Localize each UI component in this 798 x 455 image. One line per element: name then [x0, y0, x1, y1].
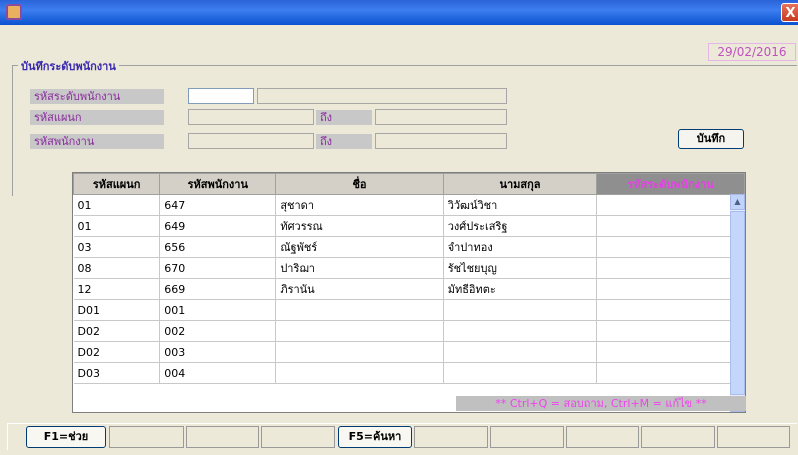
table-row[interactable]: 08 670 ปาริฌา รัชไชยบุญ: [73, 257, 745, 279]
table-cell[interactable]: D01: [73, 299, 161, 321]
table-cell[interactable]: D03: [73, 362, 161, 384]
fkey-slot-9[interactable]: [641, 426, 715, 448]
fkey-slot-4[interactable]: [261, 426, 335, 448]
table-row[interactable]: D03 004: [73, 362, 745, 384]
table-row[interactable]: D01 001: [73, 299, 745, 321]
table-cell[interactable]: [596, 278, 745, 300]
table-cell[interactable]: 01: [73, 194, 161, 216]
table-cell[interactable]: 08: [73, 257, 161, 279]
form-body: 29/02/2016 บันทึกระดับพนักงาน รหัสระดับพ…: [0, 25, 798, 455]
level-label: รหัสระดับพนักงาน: [30, 89, 164, 104]
col-header-first-name[interactable]: ชื่อ: [275, 173, 444, 195]
table-cell[interactable]: D02: [73, 320, 161, 342]
table-row[interactable]: 12 669 ภิรานัน มัทธีอิทตะ: [73, 278, 745, 300]
emp-label: รหัสพนักงาน: [30, 134, 164, 149]
shortcut-hint: ** Ctrl+Q = สอบถาม, Ctrl+M = แก้ไข **: [456, 396, 746, 411]
vertical-scrollbar[interactable]: ▲ ▼: [730, 194, 745, 412]
table-row[interactable]: 01 647 สุชาดา วิวัฒน์วิชา: [73, 194, 745, 216]
table-cell[interactable]: ปาริฌา: [275, 257, 444, 279]
table-cell[interactable]: [275, 362, 444, 384]
dept-label: รหัสแผนก: [30, 110, 164, 125]
dept-to-input[interactable]: [375, 109, 507, 125]
table-cell[interactable]: [596, 215, 745, 237]
dept-from-input[interactable]: [188, 109, 314, 125]
group-title: บันทึกระดับพนักงาน: [18, 57, 119, 75]
table-cell[interactable]: วงศ์ประเสริฐ: [443, 215, 598, 237]
scroll-up-icon[interactable]: ▲: [730, 194, 745, 210]
scroll-thumb[interactable]: [730, 211, 745, 395]
table-cell[interactable]: สุชาดา: [275, 194, 444, 216]
col-header-dept[interactable]: รหัสแผนก: [72, 173, 161, 195]
table-cell[interactable]: จำปาทอง: [443, 236, 598, 258]
emp-from-input[interactable]: [188, 133, 314, 149]
table-cell[interactable]: [596, 194, 745, 216]
f5-search-button[interactable]: F5=ค้นหา: [338, 426, 412, 448]
data-grid[interactable]: รหัสแผนก รหัสพนักงาน ชื่อ นามสกุล รหัสระ…: [72, 172, 746, 413]
table-cell[interactable]: ภิรานัน: [275, 278, 444, 300]
table-cell[interactable]: 003: [159, 341, 277, 363]
table-cell[interactable]: 647: [159, 194, 277, 216]
col-header-last-name[interactable]: นามสกุล: [442, 173, 598, 195]
table-cell[interactable]: [596, 236, 745, 258]
table-cell[interactable]: [275, 299, 444, 321]
fkey-slot-8[interactable]: [566, 426, 639, 448]
table-cell[interactable]: 004: [159, 362, 277, 384]
table-cell[interactable]: มัทธีอิทตะ: [443, 278, 598, 300]
table-cell[interactable]: 01: [73, 215, 161, 237]
table-cell[interactable]: [443, 320, 598, 342]
fkey-slot-10[interactable]: [717, 426, 790, 448]
fkey-slot-3[interactable]: [186, 426, 259, 448]
table-cell[interactable]: [275, 320, 444, 342]
table-cell[interactable]: [443, 362, 598, 384]
table-cell[interactable]: [443, 341, 598, 363]
table-cell[interactable]: 03: [73, 236, 161, 258]
save-button[interactable]: บันทึก: [678, 129, 744, 149]
table-cell[interactable]: รัชไชยบุญ: [443, 257, 598, 279]
fkey-slot-2[interactable]: [109, 426, 184, 448]
col-header-level[interactable]: รหัสระดับพนักงาน: [596, 173, 745, 195]
table-cell[interactable]: วิวัฒน์วิชา: [443, 194, 598, 216]
table-cell[interactable]: 669: [159, 278, 277, 300]
table-cell[interactable]: [596, 320, 745, 342]
table-cell[interactable]: 001: [159, 299, 277, 321]
table-row[interactable]: D02 003: [73, 341, 745, 363]
date-display: 29/02/2016: [708, 43, 796, 61]
level-input[interactable]: [188, 88, 254, 104]
emp-to-label: ถึง: [316, 134, 372, 149]
table-cell[interactable]: [596, 341, 745, 363]
table-cell[interactable]: 670: [159, 257, 277, 279]
table-row[interactable]: 01 649 ทัศวรรณ วงศ์ประเสริฐ: [73, 215, 745, 237]
f1-help-button[interactable]: F1=ช่วย: [26, 426, 106, 448]
col-header-emp-code[interactable]: รหัสพนักงาน: [159, 173, 277, 195]
fkey-slot-7[interactable]: [490, 426, 564, 448]
table-cell[interactable]: [596, 257, 745, 279]
table-cell[interactable]: 002: [159, 320, 277, 342]
table-cell[interactable]: [443, 299, 598, 321]
table-cell[interactable]: ณัฐพัชร์: [275, 236, 444, 258]
emp-to-input[interactable]: [375, 133, 507, 149]
close-button[interactable]: X: [781, 3, 798, 22]
table-cell[interactable]: 656: [159, 236, 277, 258]
table-cell[interactable]: ทัศวรรณ: [275, 215, 444, 237]
table-row[interactable]: D02 002: [73, 320, 745, 342]
table-cell[interactable]: [596, 362, 745, 384]
table-cell[interactable]: 649: [159, 215, 277, 237]
table-cell[interactable]: [596, 299, 745, 321]
app-icon: [6, 4, 22, 20]
table-cell[interactable]: D02: [73, 341, 161, 363]
dept-to-label: ถึง: [316, 110, 372, 125]
level-desc-field: [257, 88, 507, 104]
fkey-slot-6[interactable]: [414, 426, 488, 448]
table-cell[interactable]: 12: [73, 278, 161, 300]
table-cell[interactable]: [275, 341, 444, 363]
table-row[interactable]: 03 656 ณัฐพัชร์ จำปาทอง: [73, 236, 745, 258]
title-bar: X: [0, 0, 798, 25]
